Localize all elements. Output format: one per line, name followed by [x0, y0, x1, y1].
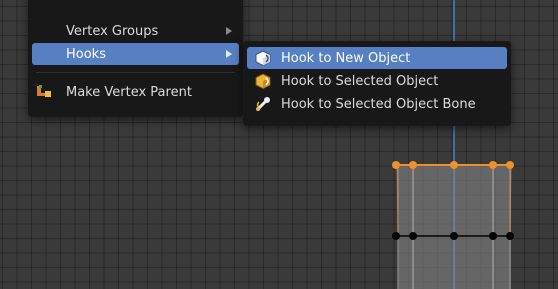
menu-item-label: Hooks [66, 46, 106, 62]
selected-vertices [392, 161, 514, 169]
menu-item-make-vertex-parent[interactable]: Make Vertex Parent [32, 81, 239, 103]
submenu-arrow-icon [226, 50, 232, 58]
menu-item-label: Hook to New Object [281, 50, 411, 66]
menu-item-hook-to-new-object[interactable]: Hook to New Object [247, 47, 507, 69]
hooks-submenu: Hook to New Object Hook to Selected Obje… [243, 41, 511, 126]
hook-selected-object-icon [255, 73, 271, 90]
submenu-arrow-icon [226, 27, 232, 35]
menu-item-vertex-groups[interactable]: Vertex Groups [32, 20, 239, 42]
mesh-face [398, 165, 511, 289]
menu-item-hook-to-selected-object[interactable]: Hook to Selected Object [247, 70, 507, 92]
menu-separator [36, 72, 235, 73]
hook-new-object-icon [255, 50, 271, 67]
menu-item-label: Hook to Selected Object [281, 73, 439, 89]
menu-item-label: Make Vertex Parent [66, 84, 192, 100]
menu-item-label: Vertex Groups [66, 23, 159, 39]
vertex-menu: Vertex Groups Hooks Make Vertex Parent [28, 0, 243, 117]
vertices [392, 232, 514, 240]
menu-item-label: Hook to Selected Object Bone [281, 96, 476, 112]
make-parent-icon [36, 84, 52, 100]
menu-item-hooks[interactable]: Hooks [32, 43, 239, 65]
menu-item-hook-to-selected-object-bone[interactable]: Hook to Selected Object Bone [247, 93, 507, 115]
hook-bone-icon [255, 96, 271, 112]
